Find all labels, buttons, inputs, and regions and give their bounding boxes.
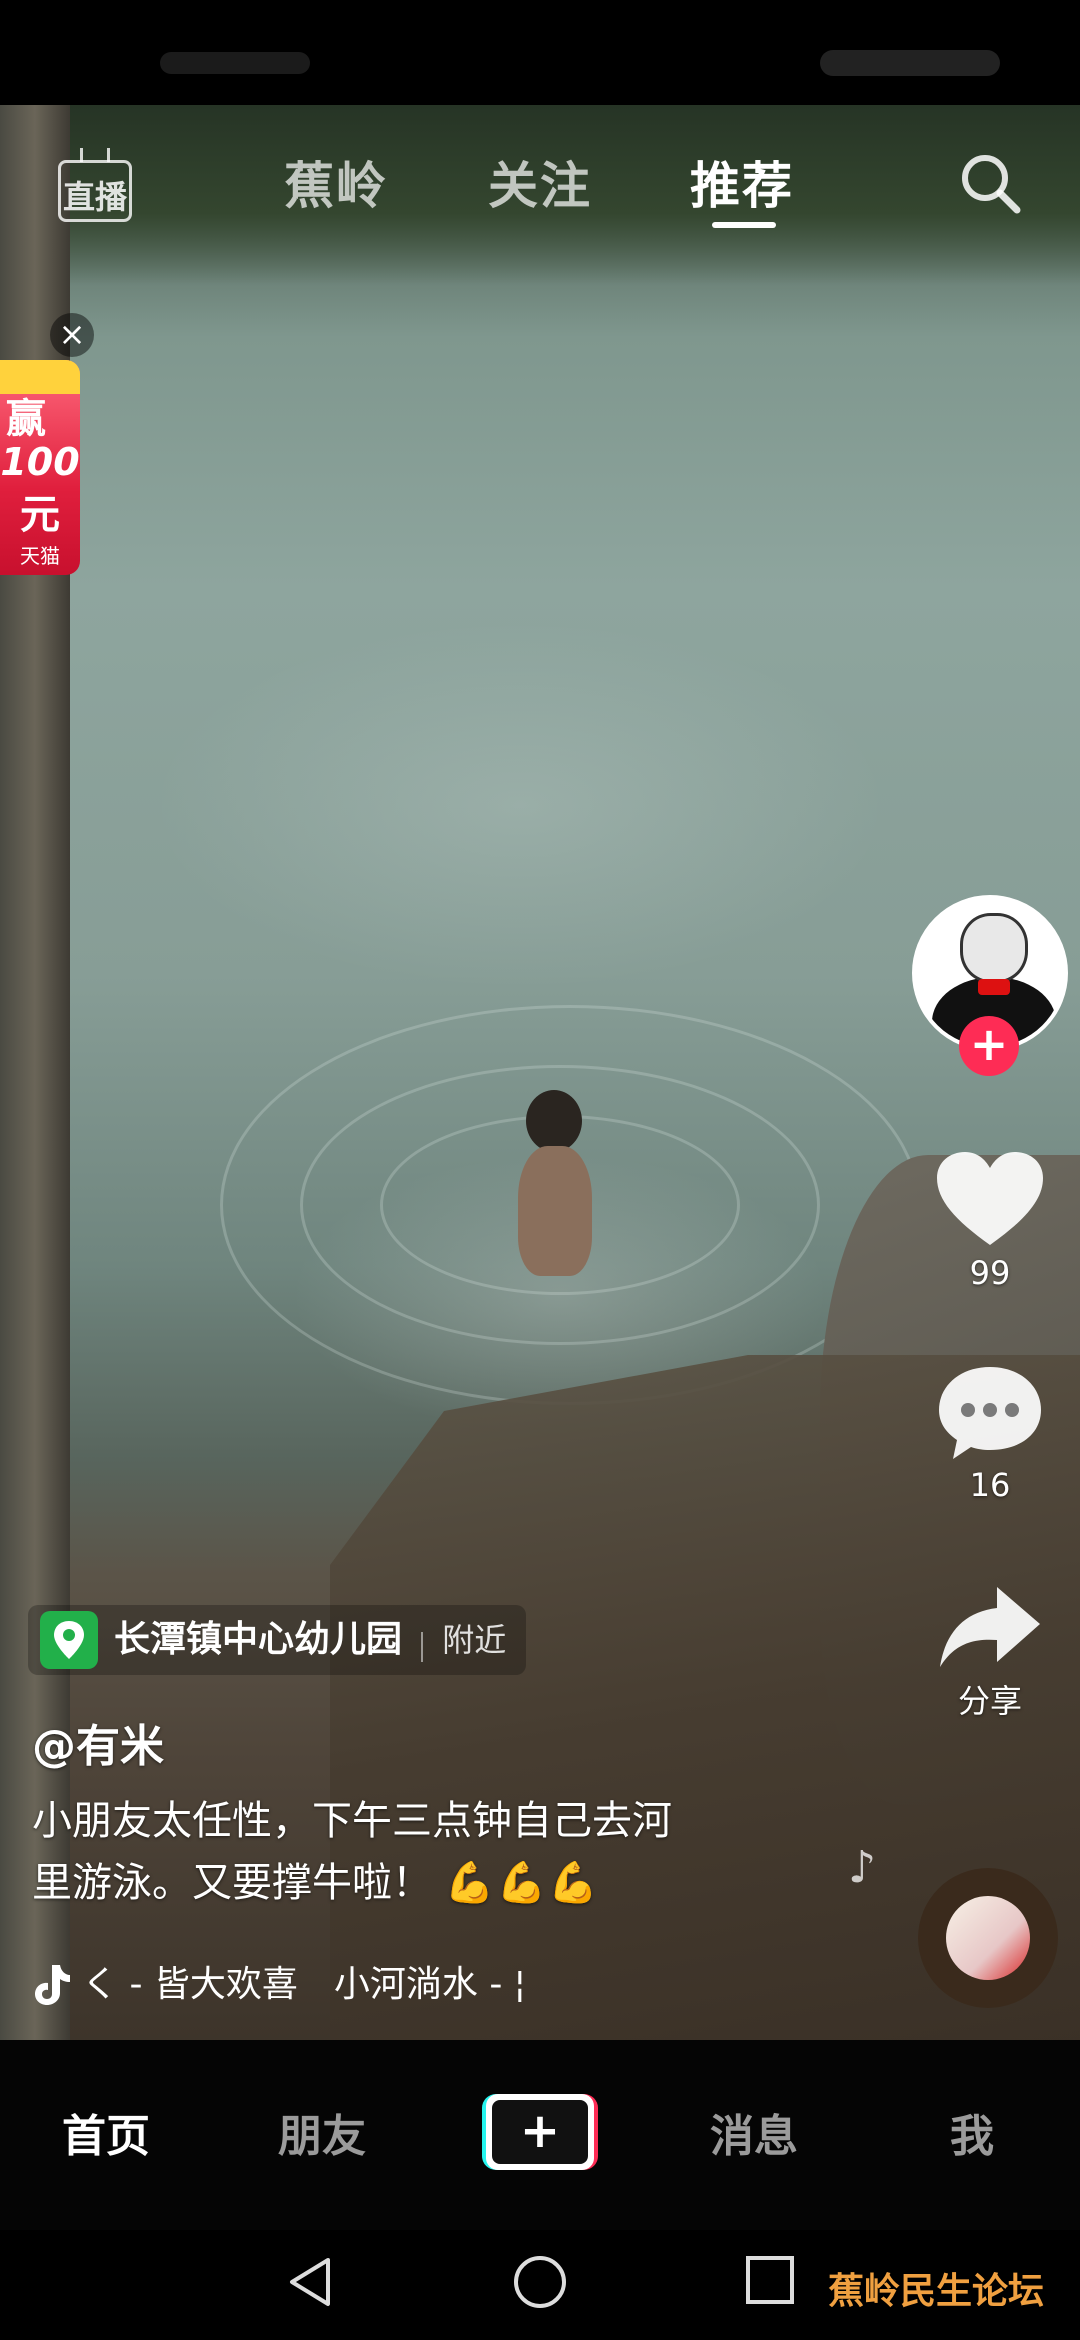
music-title: く - 皆大欢喜 小河淌水 - ¦	[82, 1964, 526, 2005]
tab-recommended[interactable]: 推荐	[690, 146, 794, 218]
tab-messages[interactable]: 消息	[710, 2100, 798, 2164]
tiktok-note-icon	[35, 1965, 70, 2005]
post-caption[interactable]: 小朋友太任性，下午三点钟自己去河 里游泳。又要撑牛啦！ 💪💪💪	[32, 1790, 792, 1914]
live-label: 直播	[62, 178, 127, 216]
home-icon[interactable]	[512, 2254, 568, 2310]
tab-friends[interactable]: 朋友	[278, 2100, 366, 2164]
promo-amount: 100	[0, 440, 80, 484]
back-icon[interactable]	[284, 2254, 336, 2310]
system-navigation-bar: 蕉岭民生论坛	[0, 2230, 1080, 2340]
search-icon[interactable]	[955, 148, 1025, 218]
follow-button[interactable]: +	[959, 1016, 1019, 1076]
share-arrow-icon	[940, 1587, 1040, 1667]
status-bar-left-info	[160, 52, 310, 74]
watermark: 蕉岭民生论坛	[828, 2271, 1045, 2312]
floating-music-note-icon: ♪	[848, 1842, 877, 1893]
location-pin-icon	[40, 1611, 98, 1669]
tab-home[interactable]: 首页	[62, 2100, 150, 2164]
comment-icon	[939, 1367, 1041, 1459]
location-name: 长潭镇中心幼儿园	[114, 1619, 403, 1660]
video-swimmer	[500, 1090, 610, 1290]
caption-line-2-wrap: 里游泳。又要撑牛啦！ 💪💪💪	[32, 1852, 792, 1914]
active-tab-indicator	[712, 222, 776, 228]
music-disc-cover	[946, 1896, 1030, 1980]
caption-line-1: 小朋友太任性，下午三点钟自己去河	[32, 1798, 672, 1844]
promo-badge[interactable]: 赢 100 元 天猫	[0, 360, 80, 575]
share-button[interactable]: 分享	[922, 1582, 1058, 1722]
top-navigation: 直播 蕉岭 关注 推荐	[0, 130, 1080, 240]
status-bar	[0, 0, 1080, 105]
tab-following[interactable]: 关注	[488, 146, 592, 218]
tab-jiaoling[interactable]: 蕉岭	[284, 146, 388, 218]
recent-apps-icon[interactable]	[744, 2254, 796, 2306]
bottom-tab-bar: 首页 朋友 + 消息 我	[0, 2040, 1080, 2230]
author-name[interactable]: @有米	[32, 1710, 164, 1774]
promo-close-icon[interactable]: ×	[50, 313, 94, 357]
plus-icon: +	[492, 2100, 588, 2164]
location-tag[interactable]: 长潭镇中心幼儿园 附近	[28, 1605, 527, 1675]
like-button[interactable]: 99	[922, 1150, 1058, 1292]
status-bar-right-icons	[820, 50, 1000, 76]
promo-win-text: 赢	[6, 396, 46, 442]
music-disc[interactable]	[918, 1868, 1058, 2008]
promo-brand: 天猫	[20, 544, 60, 568]
promo-unit: 元	[20, 492, 60, 538]
share-label: 分享	[957, 1682, 1022, 1720]
caption-line-2: 里游泳。又要撑牛啦！	[32, 1860, 432, 1906]
live-button[interactable]: 直播	[58, 148, 132, 224]
like-count: 99	[969, 1254, 1011, 1292]
create-button[interactable]: +	[482, 2094, 598, 2170]
location-nearby: 附近	[442, 1621, 507, 1659]
tab-me[interactable]: 我	[950, 2100, 994, 2164]
location-separator	[421, 1631, 424, 1662]
heart-icon	[937, 1152, 1043, 1245]
flexed-biceps-emoji: 💪💪💪	[444, 1860, 601, 1906]
comment-button[interactable]: 16	[922, 1362, 1058, 1504]
comment-count: 16	[969, 1466, 1011, 1504]
